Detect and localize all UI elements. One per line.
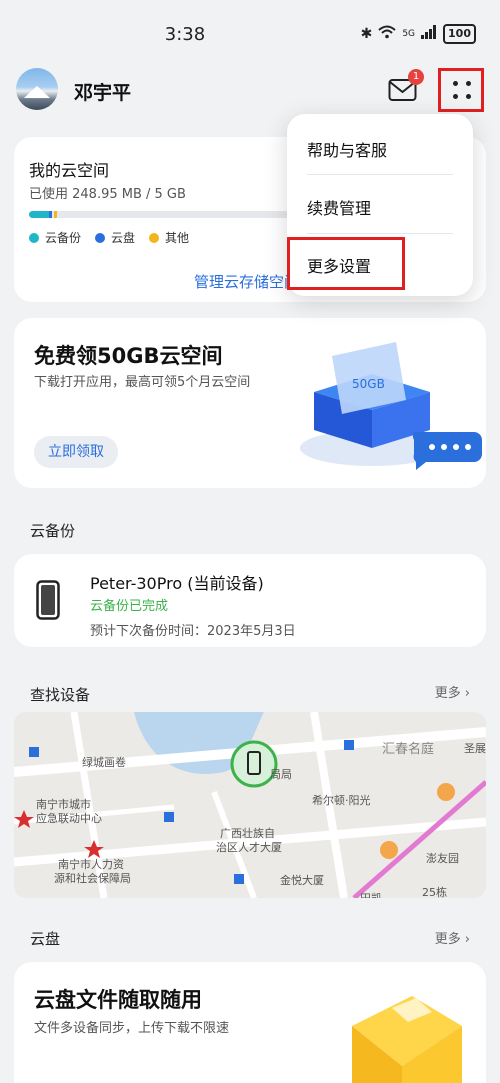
status-bar: 3:38 ✱ 5G 100 xyxy=(0,0,500,70)
folder-illustration xyxy=(352,996,462,1083)
cloud-storage-illustration: 50GB xyxy=(300,342,482,470)
status-icons: ✱ 5G 100 xyxy=(361,24,476,44)
cloud-disk-card[interactable]: 云盘文件随取随用 文件多设备同步，上传下载不限速 xyxy=(14,962,486,1083)
menu-item-help[interactable]: 帮助与客服 xyxy=(307,137,387,161)
map-label: 田凯 xyxy=(360,890,382,898)
more-settings-highlight xyxy=(287,237,405,290)
map-label: 圣展 xyxy=(464,742,486,755)
status-time: 3:38 xyxy=(164,24,206,45)
header: 邓宇平 1 xyxy=(0,66,500,116)
backup-status: 云备份已完成 xyxy=(90,599,169,614)
menu-item-renewal[interactable]: 续费管理 xyxy=(307,195,371,219)
cloud-disk-desc: 文件多设备同步，上传下载不限速 xyxy=(34,1021,230,1036)
promo-card[interactable]: 免费领50GB云空间 下载打开应用，最高可领5个月云空间 立即领取 50GB xyxy=(14,318,486,488)
map-label: 金悦大厦 xyxy=(280,874,324,887)
promo-title: 免费领50GB云空间 xyxy=(34,344,223,368)
cloud-disk-title: 云盘文件随取随用 xyxy=(34,988,202,1012)
claim-button[interactable]: 立即领取 xyxy=(34,436,118,468)
map-label: 局局 xyxy=(270,768,292,781)
menu-divider xyxy=(307,174,453,175)
storage-progress-bar xyxy=(29,211,289,218)
map-label: 澎友园 xyxy=(426,852,459,865)
device-backup-card[interactable]: Peter-30Pro (当前设备) 云备份已完成 预计下次备份时间：2023年… xyxy=(14,554,486,647)
phone-icon xyxy=(36,580,60,620)
network-type: 5G xyxy=(402,29,416,39)
chevron-right-icon: › xyxy=(464,932,470,947)
wifi-icon xyxy=(378,25,396,43)
disk-section-title: 云盘 xyxy=(30,930,61,948)
more-options-button[interactable] xyxy=(438,68,484,112)
menu-divider xyxy=(307,233,453,234)
storage-used: 已使用 248.95 MB / 5 GB xyxy=(29,187,186,202)
username: 邓宇平 xyxy=(74,82,132,104)
map-label: 绿城画卷 xyxy=(82,756,126,769)
device-name: Peter-30Pro (当前设备) xyxy=(90,574,264,593)
backup-section-title: 云备份 xyxy=(30,522,76,540)
battery-icon: 100 xyxy=(443,24,476,44)
map-label: 源和社会保障局 xyxy=(54,872,131,885)
avatar[interactable] xyxy=(16,68,58,110)
legend-other: 其他 xyxy=(149,229,189,246)
notification-badge: 1 xyxy=(408,69,424,85)
find-more-link[interactable]: 更多 › xyxy=(435,682,470,701)
find-section-title: 查找设备 xyxy=(30,686,91,704)
map-label: 25栋 xyxy=(422,886,447,898)
legend-disk: 云盘 xyxy=(95,229,135,246)
map-label: 汇春名庭 xyxy=(382,742,435,757)
manage-storage-link[interactable]: 管理云存储空间 xyxy=(194,271,299,292)
device-location-map[interactable]: 绿城画卷 汇春名庭 圣展 南宁市城市 应急联动中心 局局 希尔顿·阳光 广西壮族… xyxy=(14,712,486,898)
signal-icon xyxy=(421,25,437,43)
disk-more-link[interactable]: 更多 › xyxy=(435,928,470,947)
chevron-right-icon: › xyxy=(464,686,470,701)
bluetooth-icon: ✱ xyxy=(360,26,373,42)
storage-title: 我的云空间 xyxy=(29,161,110,180)
more-dots-icon xyxy=(453,81,471,99)
next-backup-time: 预计下次备份时间：2023年5月3日 xyxy=(90,624,296,639)
legend-backup: 云备份 xyxy=(29,229,81,246)
promo-desc: 下载打开应用，最高可领5个月云空间 xyxy=(34,375,251,390)
map-label: 希尔顿·阳光 xyxy=(312,794,371,807)
map-label: 治区人才大厦 xyxy=(216,841,282,854)
promo-badge: 50GB xyxy=(352,377,385,391)
storage-legend: 云备份 云盘 其他 xyxy=(29,229,189,246)
map-label: 应急联动中心 xyxy=(36,812,102,825)
